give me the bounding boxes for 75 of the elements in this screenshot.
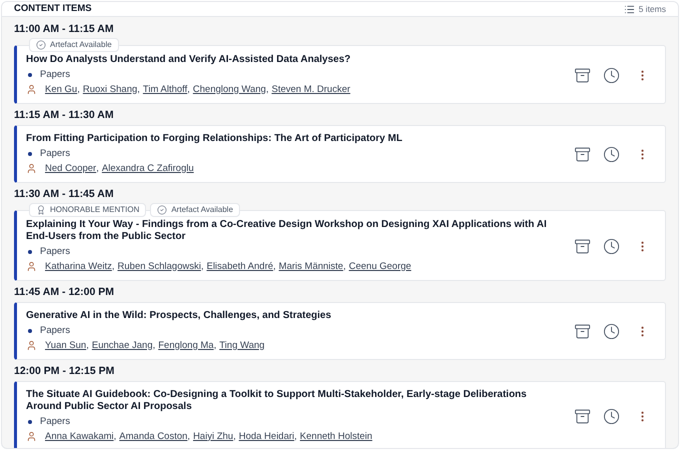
- separator-text: ,: [200, 260, 204, 274]
- separator-text: ,: [114, 430, 116, 444]
- time-slot: 11:00 AM - 11:15 AM: [14, 23, 666, 36]
- archive-icon[interactable]: [574, 66, 591, 84]
- author-link[interactable]: Yuan Sun: [45, 338, 86, 353]
- archive-icon[interactable]: [574, 238, 591, 255]
- clock-icon[interactable]: [603, 408, 620, 425]
- award-icon: [36, 205, 46, 216]
- author-link[interactable]: Ken Gu: [45, 82, 78, 97]
- category-label: Papers: [40, 68, 70, 82]
- author-link[interactable]: Ceenu George: [348, 260, 412, 274]
- badge-label: Artefact Available: [171, 204, 234, 216]
- person-icon: [26, 84, 37, 96]
- separator-text: ,: [294, 430, 297, 444]
- separator-text: ,: [77, 82, 80, 97]
- person-icon: [26, 163, 37, 174]
- check-circle-icon: [157, 205, 168, 216]
- author-link[interactable]: Ruoxi Shang: [82, 82, 138, 97]
- author-link[interactable]: Ting Wang: [219, 338, 265, 353]
- item-title[interactable]: How Do Analysts Understand and Verify AI-Assisted Data Analyses?: [26, 54, 550, 66]
- author-link[interactable]: Tim Althoff: [142, 82, 188, 97]
- badge-label: HONORABLE MENTION: [50, 204, 140, 216]
- time-slot: 12:00 PM - 12:15 PM: [14, 365, 666, 378]
- author-link[interactable]: Ned Cooper: [45, 162, 96, 176]
- item-count: 5 items: [638, 2, 666, 16]
- author-link[interactable]: Chenglong Wang: [192, 82, 266, 97]
- clock-icon[interactable]: [603, 66, 620, 84]
- item-title[interactable]: From Fitting Participation to Forging Relationships: The Art of Participatory ML: [26, 133, 550, 146]
- category-label: Papers: [40, 244, 70, 259]
- badge-label: Artefact Available: [50, 39, 112, 52]
- author-link[interactable]: Hoda Heidari: [238, 430, 294, 444]
- author-link[interactable]: Haiyi Zhu: [193, 430, 234, 444]
- clock-icon[interactable]: [603, 146, 620, 163]
- author-link[interactable]: Amanda Coston: [119, 430, 188, 444]
- archive-icon[interactable]: [574, 146, 591, 163]
- author-link[interactable]: Alexandra C Zafiroglu: [102, 162, 194, 176]
- separator-text: ,: [233, 430, 236, 444]
- separator-text: ,: [152, 338, 156, 353]
- person-icon: [26, 431, 37, 442]
- author-link[interactable]: Steven M. Drucker: [272, 82, 350, 97]
- separator-text: ,: [187, 430, 190, 444]
- item-title[interactable]: Generative AI in the Wild: Prospects, Challenges, and Strategies: [26, 310, 550, 322]
- author-link[interactable]: Ruben Schlagowski: [118, 260, 201, 274]
- check-circle-icon: [36, 40, 46, 50]
- separator-text: ,: [187, 82, 190, 97]
- author-link[interactable]: Anna Kawakami: [45, 430, 114, 444]
- separator-text: ,: [86, 338, 89, 353]
- separator-text: ,: [214, 338, 216, 353]
- separator-text: ,: [266, 82, 269, 97]
- archive-icon[interactable]: [574, 322, 591, 340]
- category-label: Papers: [40, 414, 70, 429]
- person-icon: [26, 261, 37, 272]
- panel-title: CONTENT ITEMS: [14, 2, 92, 16]
- separator-text: ,: [273, 260, 276, 274]
- author-link[interactable]: Maris Männiste: [278, 260, 344, 274]
- time-slot: 11:30 AM - 11:45 AM: [14, 188, 666, 202]
- author-link[interactable]: Fenglong Ma: [158, 338, 214, 353]
- category-label: Papers: [40, 324, 70, 338]
- author-link[interactable]: Eunchae Jang: [92, 338, 153, 353]
- author-link[interactable]: Kenneth Holstein: [300, 430, 372, 444]
- clock-icon[interactable]: [603, 322, 620, 340]
- separator-text: ,: [96, 162, 99, 176]
- separator-text: ,: [343, 260, 346, 274]
- author-link[interactable]: Elisabeth André: [206, 260, 274, 274]
- person-icon: [26, 340, 37, 352]
- item-title[interactable]: Explaining It Your Way - Findings from a Co-Creative Design Workshop on Designing XAI Applications with AI End-Users from the Public Sector: [26, 219, 550, 244]
- time-slot: 11:45 AM - 12:00 PM: [14, 286, 666, 300]
- separator-text: ,: [112, 260, 115, 274]
- clock-icon[interactable]: [603, 238, 620, 255]
- time-slot: 11:15 AM - 11:30 AM: [14, 109, 666, 122]
- archive-icon[interactable]: [574, 408, 591, 425]
- author-link[interactable]: Katharina Weitz: [45, 260, 112, 274]
- separator-text: ,: [137, 82, 140, 97]
- item-title[interactable]: The Situate AI Guidebook: Co-Designing a Toolkit to Support Multi-Stakeholder, Early-stage Deliberations Around Public Sector AI Proposals: [26, 389, 550, 414]
- category-label: Papers: [40, 146, 70, 161]
